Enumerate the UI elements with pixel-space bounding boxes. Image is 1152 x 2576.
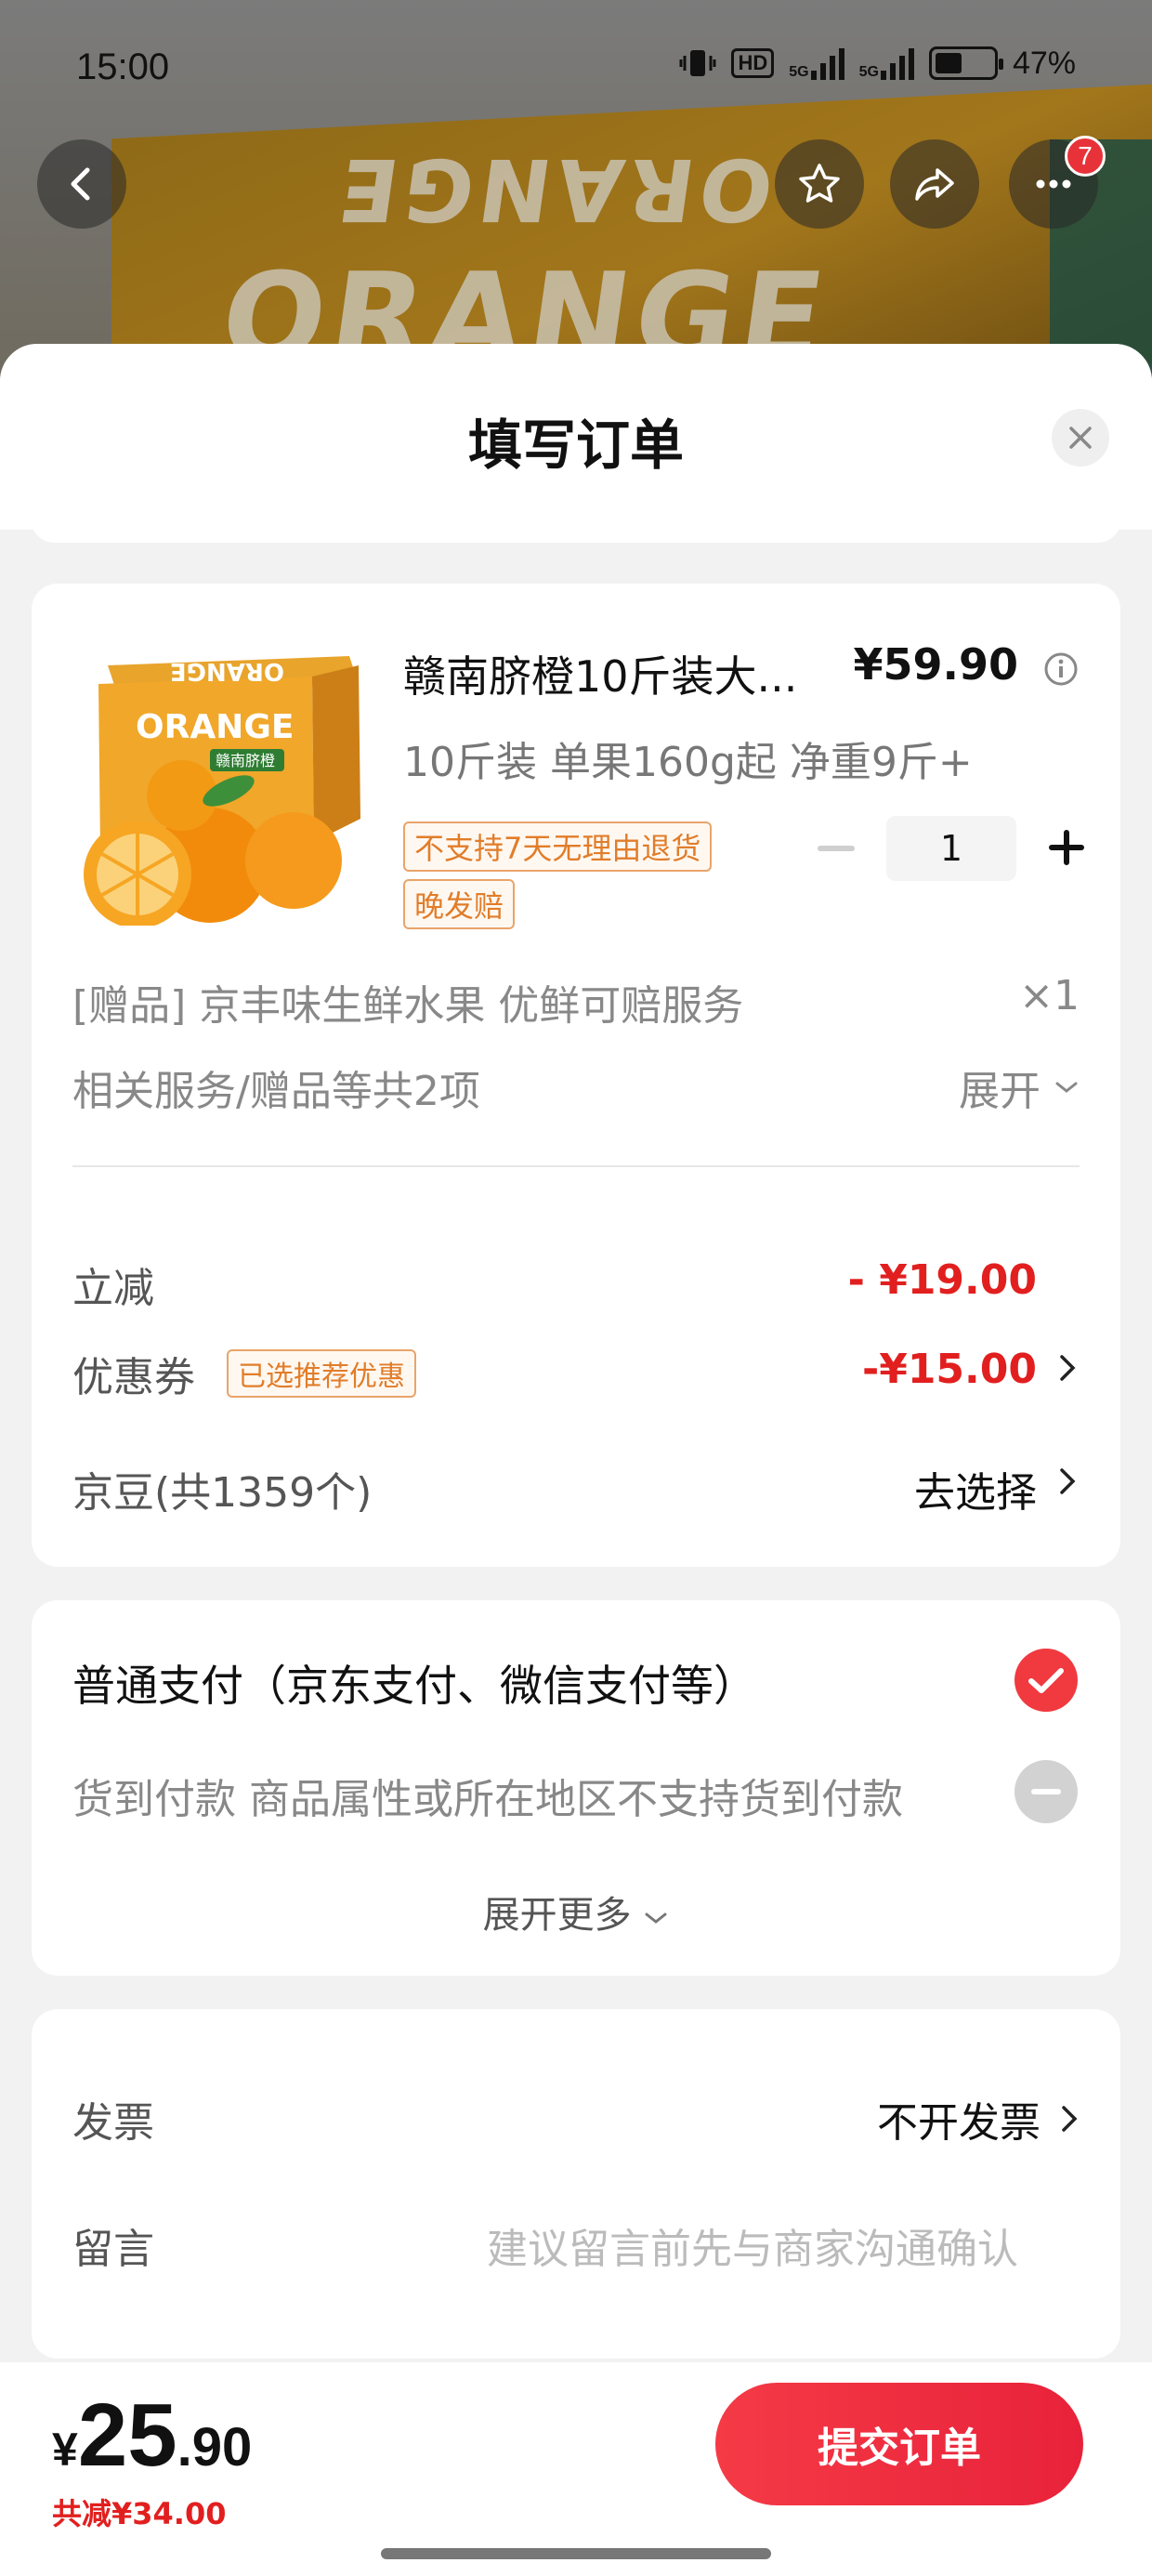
chevron-left-icon xyxy=(71,167,90,201)
status-icons: HD 5G 5G 47% xyxy=(679,45,1076,82)
invoice-select[interactable]: 不开发票 xyxy=(877,2089,1080,2149)
coupon-value[interactable]: -¥15.00 xyxy=(862,1346,1037,1393)
payment-expand-label: 展开更多 xyxy=(482,1894,632,1937)
payment-option-standard[interactable]: 普通支付（京东支付、微信支付等） xyxy=(72,1652,756,1714)
share-button[interactable] xyxy=(890,139,979,229)
product-card: ORANGE ORANGE 赣南脐橙 赣南脐橙10斤装大... ¥59.90 1… xyxy=(32,584,1120,1567)
check-circle-icon[interactable] xyxy=(1013,1647,1080,1714)
status-bar: 15:00 HD 5G 5G 47% xyxy=(0,0,1152,139)
battery-percent: 47% xyxy=(1012,45,1076,81)
chevron-right-icon[interactable] xyxy=(1057,1465,1078,1498)
product-image[interactable]: ORANGE ORANGE 赣南脐橙 xyxy=(71,628,368,926)
price-info-icon[interactable] xyxy=(1042,651,1080,688)
close-button[interactable] xyxy=(1052,409,1109,467)
back-button[interactable] xyxy=(37,139,126,229)
payment-option-cod: 货到付款 商品属性或所在地区不支持货到付款 xyxy=(72,1776,903,1823)
quantity-plus-button[interactable] xyxy=(1039,820,1094,875)
services-expand-label: 展开 xyxy=(959,1068,1041,1115)
late-delivery-tag: 晚发赔 xyxy=(403,879,516,929)
background-box-text-top: ORANGE xyxy=(327,139,780,239)
instant-discount-label: 立减 xyxy=(72,1265,154,1312)
signal-2-icon: 5G xyxy=(859,46,914,80)
chevron-down-icon xyxy=(1055,1082,1078,1093)
favorite-button[interactable] xyxy=(775,139,864,229)
vibrate-icon xyxy=(679,50,716,76)
jd-beans-label: 京豆(共1359个) xyxy=(72,1469,373,1517)
total-integer: 25 xyxy=(77,2385,177,2485)
invoice-value: 不开发票 xyxy=(877,2099,1041,2147)
star-icon xyxy=(799,164,840,203)
services-summary: 相关服务/赠品等共2项 xyxy=(72,1068,480,1115)
product-image-label: 赣南脐橙 xyxy=(216,752,275,769)
message-input[interactable]: 建议留言前先与商家沟通确认 xyxy=(487,2215,1018,2275)
signal-1-icon: 5G xyxy=(789,46,844,80)
sheet-title: 填写订单 xyxy=(467,414,684,477)
jd-beans-select[interactable]: 去选择 xyxy=(914,1459,1037,1518)
chevron-right-icon[interactable] xyxy=(1057,1351,1078,1385)
submit-order-button[interactable]: 提交订单 xyxy=(715,2383,1083,2505)
close-icon xyxy=(1069,427,1092,449)
coupon-recommended-tag: 已选推荐优惠 xyxy=(227,1349,416,1398)
product-image-box-text-top: ORANGE xyxy=(170,657,284,685)
instant-discount-value: - ¥19.00 xyxy=(847,1256,1037,1304)
services-expand-button[interactable]: 展开 xyxy=(959,1058,1080,1117)
network-label-1: 5G xyxy=(789,64,809,80)
status-time: 15:00 xyxy=(76,46,170,87)
home-indicator[interactable] xyxy=(381,2548,771,2559)
more-button[interactable]: 7 xyxy=(1009,136,1106,229)
disabled-circle-icon xyxy=(1015,1760,1078,1823)
total-saved[interactable]: 共减¥34.00 xyxy=(52,2491,227,2533)
notification-badge: 7 xyxy=(1065,136,1106,177)
battery-icon xyxy=(928,46,1003,80)
collapsed-address-card xyxy=(32,520,1120,543)
divider xyxy=(72,1165,1080,1167)
product-image-box-text: ORANGE xyxy=(136,708,294,746)
network-label-2: 5G xyxy=(858,64,879,80)
payment-expand-more[interactable]: 展开更多 xyxy=(32,1885,1120,1939)
share-icon xyxy=(915,168,954,201)
gift-quantity: ×1 xyxy=(1019,972,1080,1019)
order-sheet: 填写订单 ORANGE ORANGE 赣南脐橙 赣南脐橙10斤装大... ¥59… xyxy=(0,344,1152,2576)
coupon-label: 优惠券 xyxy=(72,1354,195,1401)
chevron-right-icon xyxy=(1062,2106,1078,2132)
product-spec[interactable]: 10斤装 单果160g起 净重9斤+ xyxy=(403,729,973,788)
no-return-tag: 不支持7天无理由退货 xyxy=(403,821,713,872)
total-decimal: .90 xyxy=(177,2417,253,2477)
gift-item: [赠品] 京丰味生鲜水果 优鲜可赔服务 xyxy=(72,982,744,1030)
product-name[interactable]: 赣南脐橙10斤装大... xyxy=(403,643,868,704)
hd-icon: HD xyxy=(731,48,775,78)
invoice-label: 发票 xyxy=(72,2099,154,2147)
message-label: 留言 xyxy=(72,2226,154,2273)
bottom-bar: ¥25.90 共减¥34.00 提交订单 xyxy=(0,2362,1152,2576)
quantity-input[interactable]: 1 xyxy=(886,816,1016,881)
sheet-header: 填写订单 xyxy=(0,344,1152,530)
total-price: ¥25.90 xyxy=(52,2385,252,2487)
total-currency: ¥ xyxy=(52,2424,78,2476)
chevron-down-icon xyxy=(645,1912,667,1924)
invoice-card: 发票 不开发票 留言 建议留言前先与商家沟通确认 xyxy=(32,2009,1120,2359)
payment-card: 普通支付（京东支付、微信支付等） 货到付款 商品属性或所在地区不支持货到付款 展… xyxy=(32,1600,1120,1976)
quantity-minus-button[interactable] xyxy=(818,846,855,851)
product-price: ¥59.90 xyxy=(853,639,1018,690)
